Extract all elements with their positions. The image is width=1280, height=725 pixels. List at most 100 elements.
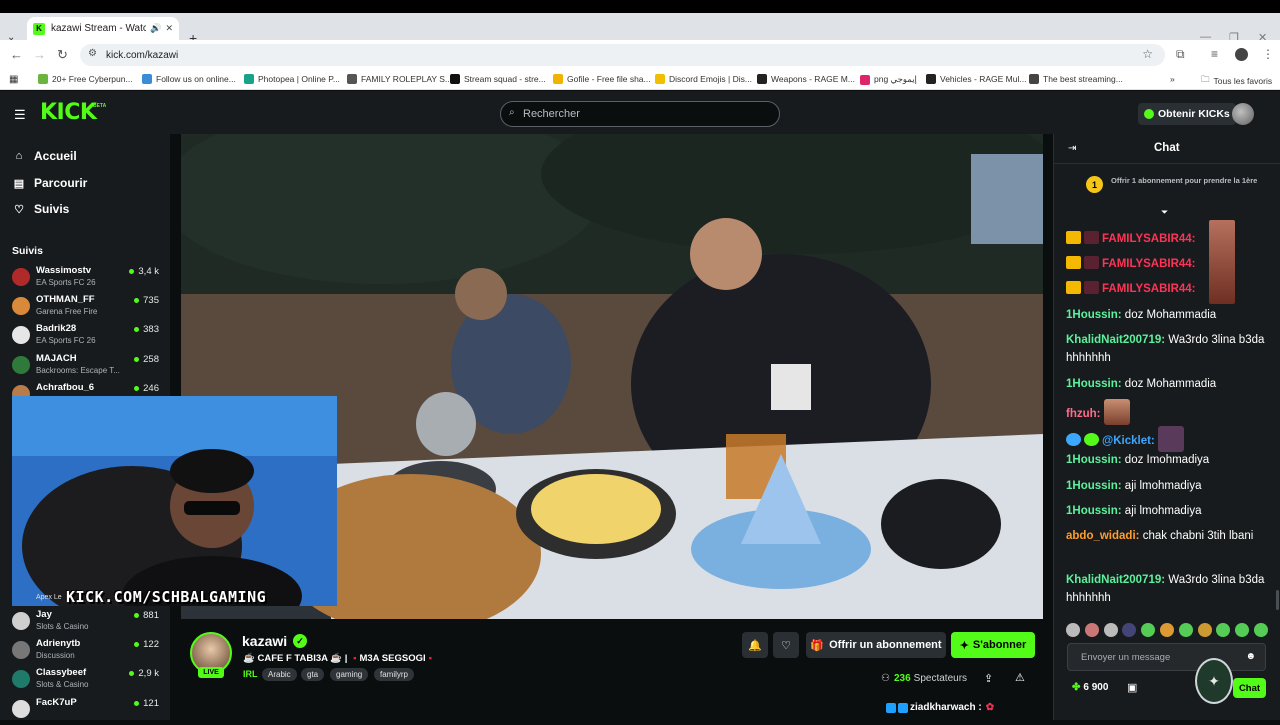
collapse-pinned-icon[interactable]: ⏷ <box>1161 207 1168 218</box>
followed-channel[interactable]: OTHMAN_FF Garena Free Fire 735 <box>12 294 162 322</box>
nav-browse[interactable]: ▤ Parcourir <box>12 176 88 190</box>
emote-icon[interactable] <box>1103 623 1118 637</box>
nav-following[interactable]: ♡ Suivis <box>12 202 69 216</box>
gift-sub-button[interactable]: 🎁 Offrir un abonnement <box>806 632 946 658</box>
search-input[interactable]: ⌕ Rechercher <box>500 101 780 127</box>
site-info-icon[interactable]: ⚙ <box>88 48 97 59</box>
bookmark-item[interactable]: Discord Emojis | Dis... <box>655 74 752 84</box>
nav-home[interactable]: ⌂ Accueil <box>12 149 77 163</box>
bookmark-item[interactable]: Weapons - RAGE M... <box>757 74 855 84</box>
chat-message: @Kicklet: <box>1066 426 1266 452</box>
bookmark-item[interactable]: Follow us on online... <box>142 74 236 84</box>
browser-tab[interactable]: K kazawi Stream - Watch Live 🔊 ✕ <box>27 17 179 40</box>
emote-icon[interactable] <box>1216 623 1231 637</box>
chat-message: FAMILYSABIR44: <box>1066 230 1266 248</box>
pinned-sub-goal[interactable]: 1 Offrir 1 abonnement pour prendre la 1è… <box>1060 168 1274 204</box>
chat-send-button[interactable]: Chat <box>1233 678 1266 698</box>
emote-icon[interactable] <box>1066 623 1080 637</box>
speaker-icon[interactable]: 🔊 <box>150 23 161 34</box>
followed-channel[interactable]: Jay Slots & Casino 881 <box>12 609 162 637</box>
stream-tag[interactable]: familyrp <box>374 668 415 681</box>
streamer-name[interactable]: kazawi <box>242 633 287 649</box>
heart-icon: ♡ <box>14 203 24 216</box>
emote-icon[interactable] <box>1141 623 1156 637</box>
followed-channel[interactable]: Wassimostv EA Sports FC 26 3,4 k <box>12 265 162 293</box>
bookmark-item[interactable]: png إيموجي <box>860 74 917 85</box>
chat-title: Chat <box>1154 142 1180 154</box>
followed-channel[interactable]: Classybeef Slots & Casino 2,9 k <box>12 667 162 695</box>
bookmark-item[interactable]: Photopea | Online P... <box>244 74 340 84</box>
stream-tag[interactable]: gaming <box>330 668 369 681</box>
bookmarks-bar: ▦ 20+ Free Cyberpun... Follow us on onli… <box>0 70 1280 90</box>
chat-scrollbar[interactable] <box>1276 590 1279 610</box>
bookmark-item[interactable]: The best streaming... <box>1029 74 1123 84</box>
url-field[interactable]: ⚙ kick.com/kazawi ☆ <box>80 44 1165 66</box>
live-dot-icon <box>134 701 140 706</box>
follow-button[interactable]: ♡ <box>773 632 799 658</box>
bookmark-item[interactable]: 20+ Free Cyberpun... <box>38 74 133 84</box>
webcam-frame <box>12 396 337 606</box>
gift-icon[interactable]: ▣ <box>1127 681 1137 694</box>
stream-category[interactable]: IRL <box>243 669 258 679</box>
bookmark-item[interactable]: Vehicles - RAGE Mul... <box>926 74 1026 84</box>
chat-collapse-icon[interactable]: ⇥ <box>1068 143 1076 154</box>
emote-icon[interactable] <box>1253 623 1268 637</box>
live-badge: LIVE <box>198 667 224 678</box>
emote-icon <box>898 702 908 713</box>
verified-badge-icon <box>1084 433 1099 446</box>
bookmark-favicon-icon <box>38 74 48 84</box>
emote-icon[interactable] <box>1197 623 1212 637</box>
emoji-picker-icon[interactable]: ☻ <box>1245 651 1256 662</box>
followed-channel[interactable]: MAJACH Backrooms: Escape T... 258 <box>12 353 162 381</box>
stream-title: ☕ CAFE F TABI3A ☕ | ▪ M3A SEGSOGI ▪ <box>243 653 432 664</box>
kicks-coin-icon: ✤ <box>1072 682 1081 693</box>
bookmark-favicon-icon <box>450 74 460 84</box>
back-icon[interactable]: ← <box>10 47 23 62</box>
bookmark-favicon-icon <box>553 74 563 84</box>
close-tab-icon[interactable]: ✕ <box>165 23 173 34</box>
kick-logo[interactable]: KICK <box>40 100 97 125</box>
forward-icon[interactable]: → <box>33 47 46 62</box>
emote-icon[interactable] <box>1178 623 1193 637</box>
bookmark-favicon-icon <box>860 74 870 85</box>
followed-channel[interactable]: Adrienytb Discussion 122 <box>12 638 162 666</box>
channel-avatar <box>12 326 30 344</box>
following-heading: Suivis <box>12 245 43 257</box>
reload-icon[interactable]: ↻ <box>57 47 68 63</box>
media-icon[interactable]: ≡ <box>1211 47 1218 61</box>
stream-tag[interactable]: Arabic <box>262 668 297 681</box>
report-icon[interactable]: ⚠ <box>1015 671 1025 684</box>
emote-icon[interactable] <box>1084 623 1099 637</box>
share-icon[interactable]: ⇪ <box>984 672 993 685</box>
kicks-balance[interactable]: ✤ 6 900 <box>1072 682 1108 693</box>
menu-icon[interactable]: ☰ <box>14 107 26 123</box>
bookmark-item[interactable]: Gofile - Free file sha... <box>553 74 651 84</box>
chat-message: fhzuh: <box>1066 399 1266 425</box>
bookmark-item[interactable]: FAMILY ROLEPLAY S... <box>347 74 452 84</box>
bookmark-item[interactable]: Stream squad - stre... <box>450 74 546 84</box>
bookmark-star-icon[interactable]: ☆ <box>1142 47 1153 61</box>
channel-avatar <box>12 670 30 688</box>
apps-icon[interactable]: ▦ <box>9 74 18 85</box>
user-avatar[interactable] <box>1232 103 1254 125</box>
get-kicks-button[interactable]: Obtenir KICKs <box>1138 103 1236 125</box>
live-dot-icon <box>134 642 140 647</box>
browser-menu-icon[interactable]: ⋮ <box>1262 47 1274 61</box>
stream-tag[interactable]: gta <box>301 668 325 681</box>
chat-emote <box>1103 399 1130 425</box>
chat-message: abdo_widadi: chak chabni 3tih lbani <box>1066 530 1254 542</box>
emote-icon[interactable] <box>1122 623 1137 637</box>
emote-icon[interactable] <box>1159 623 1174 637</box>
extensions-icon[interactable]: ⧉ <box>1176 47 1185 62</box>
subscribe-button[interactable]: ✦ S'abonner <box>951 632 1035 658</box>
gift-icon: 🎁 <box>810 639 825 652</box>
flag-icon: ▪ <box>353 653 357 664</box>
followed-channel[interactable]: Badrik28 EA Sports FC 26 383 <box>12 323 162 351</box>
followed-channel[interactable]: FacK7uP 121 <box>12 697 162 725</box>
profile-icon[interactable] <box>1235 48 1248 61</box>
notifications-button[interactable]: 🔔 <box>742 632 768 658</box>
emote-icon[interactable] <box>1235 623 1250 637</box>
all-bookmarks-folder[interactable]: 🗀 Tous les favoris <box>1201 74 1272 88</box>
chat-message-input[interactable]: Envoyer un message ☻ <box>1067 643 1266 671</box>
more-bookmarks-icon[interactable]: » <box>1170 74 1175 84</box>
